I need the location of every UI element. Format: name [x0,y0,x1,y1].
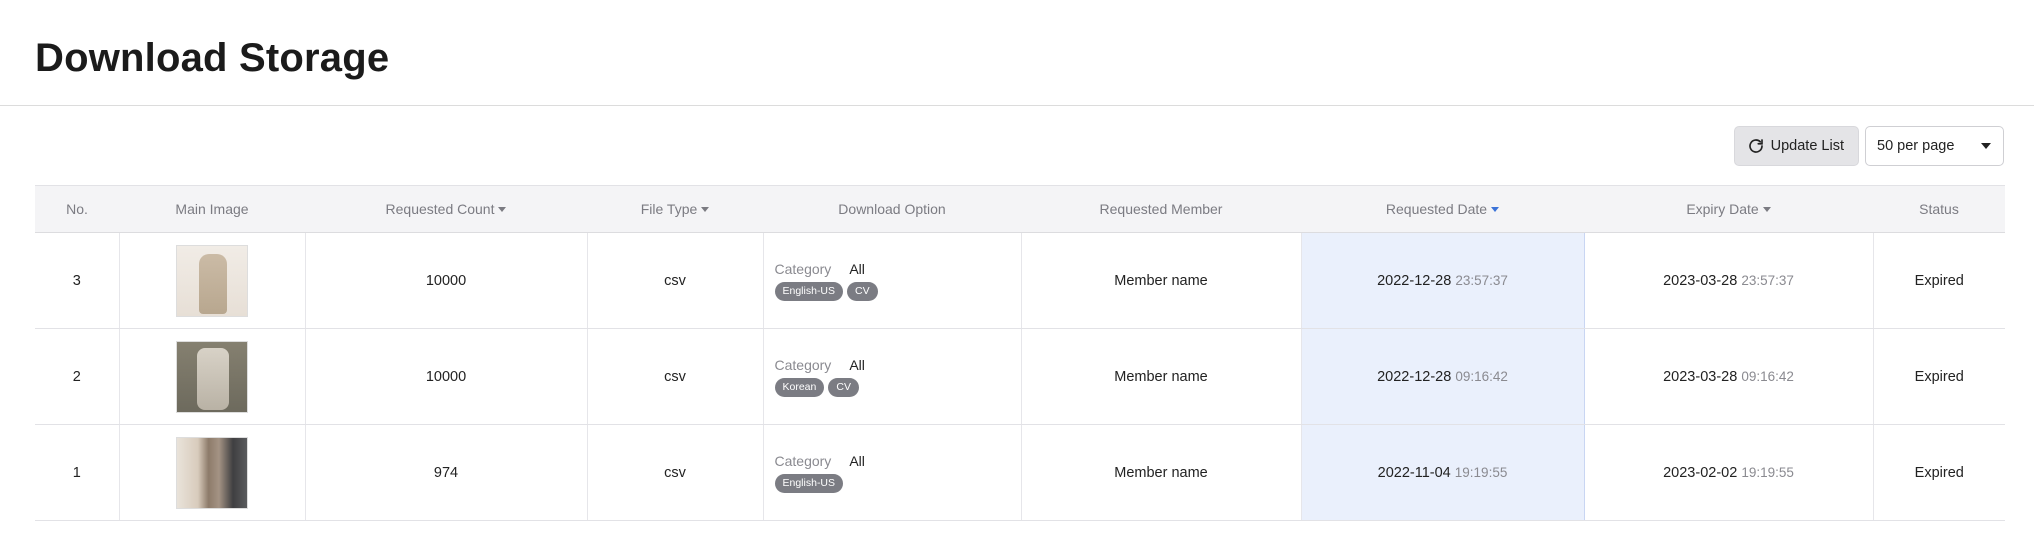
status-badge: Expired [1872,232,2005,329]
cell-main-image [118,424,305,521]
product-thumbnail[interactable] [176,340,248,413]
option-label: Category [774,452,832,469]
table-header-row: No. Main Image Requested Count File Type… [35,185,2005,233]
cell-requested-count: 10000 [304,232,587,329]
time-value: 23:57:37 [1455,272,1508,288]
download-storage-table: No. Main Image Requested Count File Type… [35,185,2005,521]
sort-caret-icon [498,206,507,212]
page-title: Download Storage [35,36,390,80]
time-value: 09:16:42 [1741,368,1794,384]
cell-expiry-date: 2023-03-28 09:16:42 [1583,328,1873,425]
per-page-select[interactable]: 50 per page [1865,126,2004,166]
time-value: 09:16:42 [1455,368,1508,384]
column-header-main-image: Main Image [119,185,305,233]
date-value: 2022-11-04 [1377,464,1451,481]
toolbar: Update List 50 per page [1733,126,2004,166]
date-value: 2023-02-02 [1663,464,1738,481]
option-value: All [849,452,865,469]
status-badge: Expired [1872,328,2005,425]
chevron-down-icon [1981,143,1991,149]
option-chip: CV [828,377,859,397]
cell-file-type: csv [586,328,763,425]
cell-file-type: csv [586,424,763,521]
option-chip: English-US [774,473,844,493]
cell-download-option: Category All English-US CV [762,232,1021,329]
sort-caret-icon [1491,206,1500,212]
cell-requested-date: 2022-12-28 23:57:37 [1300,232,1585,329]
cell-file-type: csv [586,232,763,329]
column-header-file-type[interactable]: File Type [587,185,763,233]
cell-no: 3 [35,232,119,329]
cell-main-image [118,328,305,425]
product-thumbnail[interactable] [176,436,248,509]
cell-download-option: Category All Korean CV [762,328,1021,425]
cell-download-option: Category All English-US [762,424,1021,521]
option-value: All [849,356,865,373]
table-row: 1 974 csv Category All English-US Member … [35,424,2005,521]
column-header-label: Requested Date [1385,201,1488,217]
column-header-requested-member: Requested Member [1021,185,1301,233]
column-header-label: Expiry Date [1686,201,1759,217]
column-header-expiry-date[interactable]: Expiry Date [1584,185,1873,233]
table-row: 2 10000 csv Category All Korean CV Member … [35,328,2005,425]
option-chip: Korean [774,377,825,397]
option-chip: CV [847,281,878,301]
column-header-status: Status [1873,185,2005,233]
cell-requested-date: 2022-11-04 19:19:55 [1300,424,1585,521]
sort-caret-icon [1762,206,1771,212]
column-header-label: File Type [640,201,698,217]
option-chip: English-US [774,281,844,301]
product-thumbnail[interactable] [176,244,248,317]
date-value: 2022-12-28 [1377,272,1452,289]
date-value: 2023-03-28 [1663,368,1738,385]
sort-caret-icon [701,206,710,212]
option-label: Category [774,260,832,277]
date-value: 2023-03-28 [1663,272,1738,289]
column-header-requested-count[interactable]: Requested Count [305,185,587,233]
cell-requested-member: Member name [1020,328,1301,425]
time-value: 23:57:37 [1741,272,1794,288]
cell-expiry-date: 2023-02-02 19:19:55 [1583,424,1873,521]
time-value: 19:19:55 [1741,464,1794,480]
option-label: Category [774,356,832,373]
table-row: 3 10000 csv Category All English-US CV Mem… [35,232,2005,329]
cell-requested-count: 10000 [304,328,587,425]
cell-no: 2 [35,328,119,425]
time-value: 19:19:55 [1454,464,1508,480]
update-list-label: Update List [1770,138,1844,154]
update-list-button[interactable]: Update List [1733,126,1859,166]
cell-requested-count: 974 [304,424,587,521]
date-value: 2022-12-28 [1377,368,1452,385]
option-value: All [849,260,865,277]
cell-expiry-date: 2023-03-28 23:57:37 [1583,232,1873,329]
cell-no: 1 [35,424,119,521]
column-header-label: Requested Count [385,201,495,217]
refresh-icon [1748,139,1763,153]
column-header-requested-date[interactable]: Requested Date [1301,185,1584,233]
column-header-no: No. [35,185,119,233]
page-header: Download Storage [0,0,2034,106]
cell-main-image [118,232,305,329]
column-header-download-option: Download Option [763,185,1021,233]
per-page-value: 50 per page [1877,138,1955,154]
cell-requested-member: Member name [1020,424,1301,521]
cell-requested-date: 2022-12-28 09:16:42 [1300,328,1585,425]
status-badge: Expired [1872,424,2005,521]
cell-requested-member: Member name [1020,232,1301,329]
